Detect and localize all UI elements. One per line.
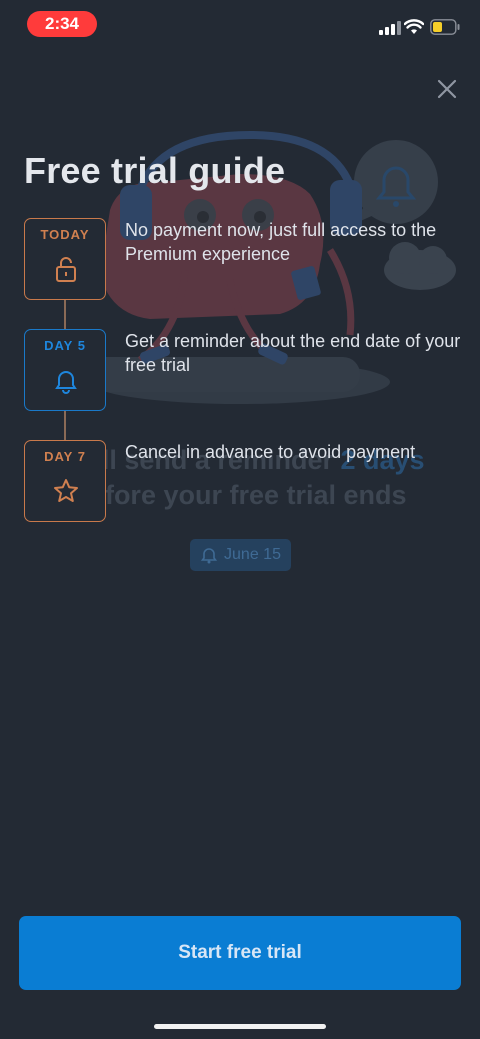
battery-icon [430, 19, 460, 35]
step-today-text: No payment now, just full access to the … [125, 220, 437, 264]
timeline-connector [64, 411, 66, 441]
cellular-signal-icon [379, 21, 401, 35]
step-label: DAY 7 [44, 449, 86, 464]
step-label: TODAY [40, 227, 90, 242]
star-icon [54, 479, 78, 502]
start-free-trial-button[interactable]: Start free trial [19, 916, 461, 990]
step-day7-box: DAY 7 [24, 440, 106, 522]
home-indicator[interactable] [154, 1024, 326, 1029]
reminder-date-chip: June 15 [190, 539, 291, 571]
wifi-icon [404, 19, 424, 34]
bell-icon [200, 548, 218, 564]
timeline-connector [64, 300, 66, 330]
step-day5-text: Get a reminder about the end date of you… [125, 331, 461, 375]
unlock-icon [56, 257, 76, 282]
status-time[interactable]: 2:34 [27, 11, 97, 37]
step-day5-box: DAY 5 [24, 329, 106, 411]
step-day7-text: Cancel in advance to avoid payment [125, 442, 416, 462]
step-label: DAY 5 [44, 338, 86, 353]
page-title: Free trial guide [24, 150, 286, 191]
close-icon[interactable] [432, 74, 462, 104]
step-today-box: TODAY [24, 218, 106, 300]
status-bar: 2:34 [0, 0, 480, 48]
bell-icon [55, 371, 77, 394]
